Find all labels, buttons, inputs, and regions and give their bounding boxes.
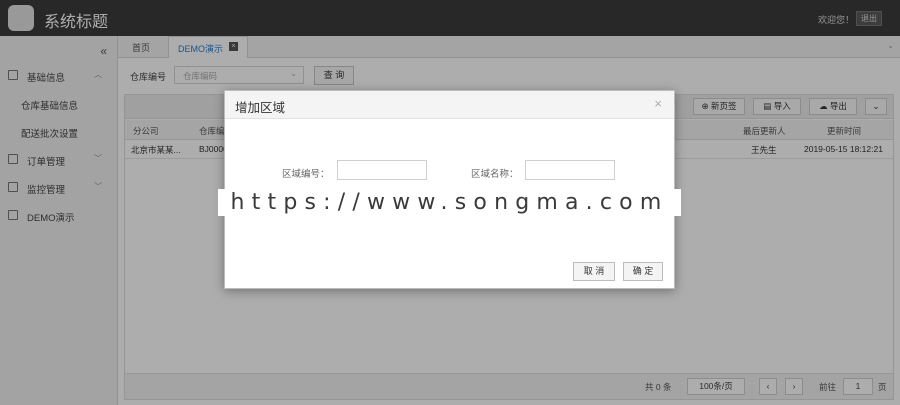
close-icon[interactable]: × bbox=[654, 96, 662, 111]
cancel-button[interactable]: 取 消 bbox=[573, 262, 615, 281]
area-code-label: 区域编号： bbox=[282, 169, 330, 180]
area-name-label: 区域名称： bbox=[471, 169, 519, 180]
area-name-input[interactable] bbox=[525, 160, 615, 180]
dialog-header: 增加区域 × bbox=[225, 91, 674, 119]
confirm-button[interactable]: 确 定 bbox=[623, 262, 663, 281]
watermark-url: https://www.songma.com bbox=[218, 189, 681, 216]
area-code-input[interactable] bbox=[337, 160, 427, 180]
dialog-title: 增加区域 bbox=[235, 101, 286, 115]
